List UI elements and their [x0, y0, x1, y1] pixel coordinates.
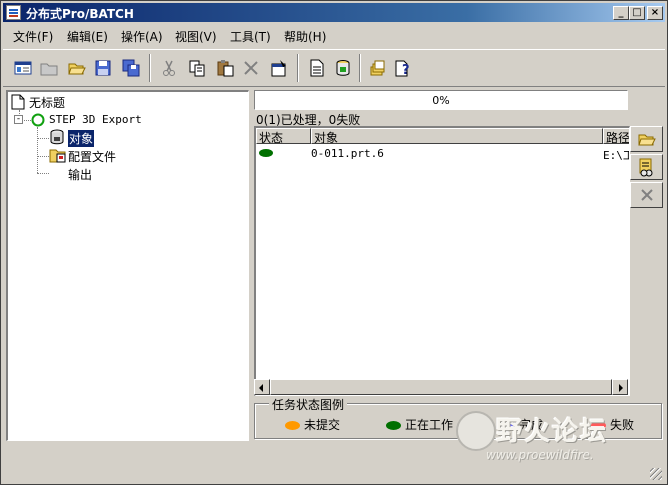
menu-action[interactable]: 操作(A) — [121, 28, 163, 45]
config-folder-icon — [49, 149, 66, 163]
horizontal-scrollbar[interactable] — [254, 379, 628, 395]
document-icon[interactable] — [305, 56, 329, 80]
scroll-left-button[interactable] — [254, 379, 270, 395]
progress-bar: 0% — [254, 90, 628, 110]
menu-edit[interactable]: 编辑(E) — [67, 28, 108, 45]
menu-view[interactable]: 视图(V) — [175, 28, 217, 45]
legend-label: 失败 — [610, 418, 635, 432]
svg-text:?: ? — [402, 63, 410, 77]
tree-root-label[interactable]: 无标题 — [29, 94, 65, 111]
open-folder-icon[interactable] — [37, 56, 61, 80]
resize-grip[interactable] — [650, 468, 662, 480]
legend-item-failed: 失败 — [591, 416, 634, 433]
scroll-thumb[interactable] — [270, 379, 612, 395]
menu-tools[interactable]: 工具(T) — [230, 28, 271, 45]
legend-item-working: 正在工作 — [386, 416, 453, 433]
tree-line — [37, 138, 49, 139]
add-object-icon — [638, 134, 656, 146]
objects-icon — [50, 129, 64, 145]
new-job-icon[interactable] — [11, 56, 35, 80]
tree-line — [37, 127, 38, 173]
blue-dot-icon — [500, 421, 515, 430]
title-bar[interactable]: 分布式Pro/BATCH _ □ × — [3, 3, 665, 22]
status-dot-icon — [259, 149, 273, 157]
menu-bar: 文件(F) 编辑(E) 操作(A) 视图(V) 工具(T) 帮助(H) — [3, 25, 665, 45]
tree-line — [37, 156, 49, 157]
help-icon[interactable]: ? — [391, 56, 415, 80]
legend-label: 完成 — [519, 418, 544, 432]
close-button[interactable]: × — [647, 6, 663, 20]
legend-title: 任务状态图例 — [269, 396, 348, 413]
paste-icon[interactable] — [213, 56, 237, 80]
add-object-button[interactable] — [630, 126, 663, 152]
copy-icon[interactable] — [185, 56, 209, 80]
open-icon[interactable] — [65, 56, 89, 80]
progress-text: 0% — [432, 94, 450, 107]
green-dot-icon — [386, 421, 401, 430]
legend-item-unsubmitted: 未提交 — [285, 416, 340, 433]
tree-task-label[interactable]: STEP 3D Export — [49, 113, 142, 126]
column-header-object[interactable]: 对象 — [311, 128, 603, 144]
job-tree[interactable]: 无标题 - STEP 3D Export 对象 配置文件 输出 — [6, 90, 249, 441]
task-status-circle-icon — [31, 113, 45, 127]
remove-object-button[interactable] — [630, 182, 663, 208]
column-header-path[interactable]: 路径 — [603, 128, 629, 144]
toolbar: ? — [3, 49, 665, 87]
save-all-icon[interactable] — [119, 56, 143, 80]
toolbar-separator — [149, 54, 151, 82]
column-header-status[interactable]: 状态 — [256, 128, 311, 144]
search-object-button[interactable] — [630, 154, 663, 180]
document-icon — [11, 94, 25, 110]
toolbar-separator — [359, 54, 361, 82]
legend-label: 未提交 — [304, 418, 341, 432]
remove-object-icon — [641, 189, 653, 201]
properties-icon[interactable] — [267, 56, 291, 80]
submit-icon[interactable] — [331, 56, 355, 80]
stack-icon[interactable] — [365, 56, 389, 80]
red-dot-icon — [591, 421, 606, 430]
tree-objects-label[interactable]: 对象 — [68, 130, 95, 147]
collapse-toggle[interactable]: - — [14, 115, 23, 124]
status-bar — [3, 459, 665, 483]
window-title: 分布式Pro/BATCH — [26, 7, 134, 21]
object-list[interactable]: 状态 对象 路径 0-011.prt.6 E:\工 — [254, 126, 630, 396]
task-status-legend: 任务状态图例 未提交 正在工作 完成 失败 — [254, 396, 662, 439]
app-icon — [6, 5, 21, 20]
menu-file[interactable]: 文件(F) — [13, 28, 53, 45]
orange-dot-icon — [285, 421, 300, 430]
toolbar-separator — [297, 54, 299, 82]
menu-help[interactable]: 帮助(H) — [284, 28, 326, 45]
tree-output-label[interactable]: 输出 — [68, 166, 92, 183]
legend-label: 正在工作 — [405, 418, 454, 432]
minimize-button[interactable]: _ — [613, 6, 629, 20]
table-row[interactable]: 0-011.prt.6 E:\工 — [256, 146, 629, 162]
delete-icon[interactable] — [239, 56, 263, 80]
tree-config-label[interactable]: 配置文件 — [68, 148, 116, 165]
tree-line — [24, 120, 31, 121]
search-object-icon — [639, 158, 653, 177]
main-window: 分布式Pro/BATCH _ □ × 文件(F) 编辑(E) 操作(A) 视图(… — [0, 0, 668, 485]
maximize-button[interactable]: □ — [629, 6, 645, 20]
row-path: E:\工 — [603, 149, 629, 162]
cut-icon[interactable] — [157, 56, 181, 80]
tree-line — [37, 173, 49, 174]
row-object: 0-011.prt.6 — [311, 147, 384, 160]
save-icon[interactable] — [91, 56, 115, 80]
scroll-right-button[interactable] — [612, 379, 628, 395]
legend-item-done: 完成 — [500, 416, 543, 433]
